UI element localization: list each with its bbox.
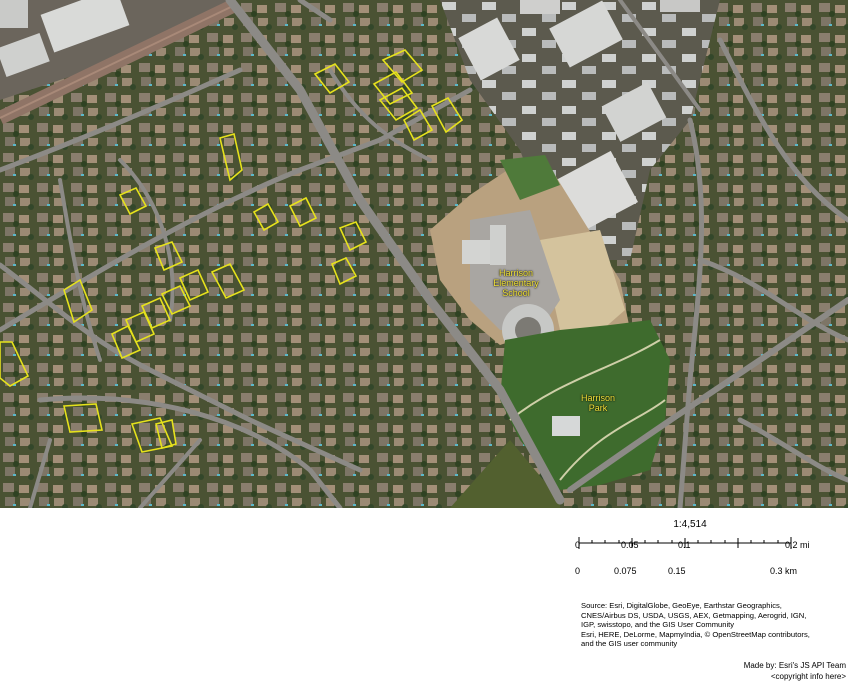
attribution-line: and the GIS user community: [581, 639, 678, 649]
scale-bar-graphic: [578, 537, 792, 549]
attribution-line: Esri, HERE, DeLorme, MapmyIndia, © OpenS…: [581, 629, 810, 639]
attribution-text: Source: Esri, DigitalGlobe, GeoEye, Eart…: [581, 601, 841, 649]
map-view[interactable]: Harrison Elementary School Harrison Park: [0, 0, 848, 508]
scale-ratio: 1:4,514: [673, 519, 707, 530]
copyright-text: <copyright info here>: [770, 672, 846, 681]
park-label: Harrison Park: [580, 393, 615, 413]
scale-tick-km-3: 0.3 km: [770, 566, 798, 576]
attribution-line: CNES/Airbus DS, USDA, USGS, AEX, Getmapp…: [581, 610, 807, 620]
attribution-line: IGP, swisstopo, and the GIS User Communi…: [581, 620, 735, 630]
aerial-imagery: [0, 0, 848, 508]
made-by-text: Made by: Esri's JS API Team: [743, 661, 846, 670]
scale-tick-km-0: 0: [575, 566, 581, 576]
scale-tick-km-1: 0.075: [614, 566, 637, 576]
scale-tick-km-2: 0.15: [668, 566, 686, 576]
attribution-line: Source: Esri, DigitalGlobe, GeoEye, Eart…: [581, 601, 782, 610]
school-label: Harrison Elementary School: [493, 268, 539, 298]
